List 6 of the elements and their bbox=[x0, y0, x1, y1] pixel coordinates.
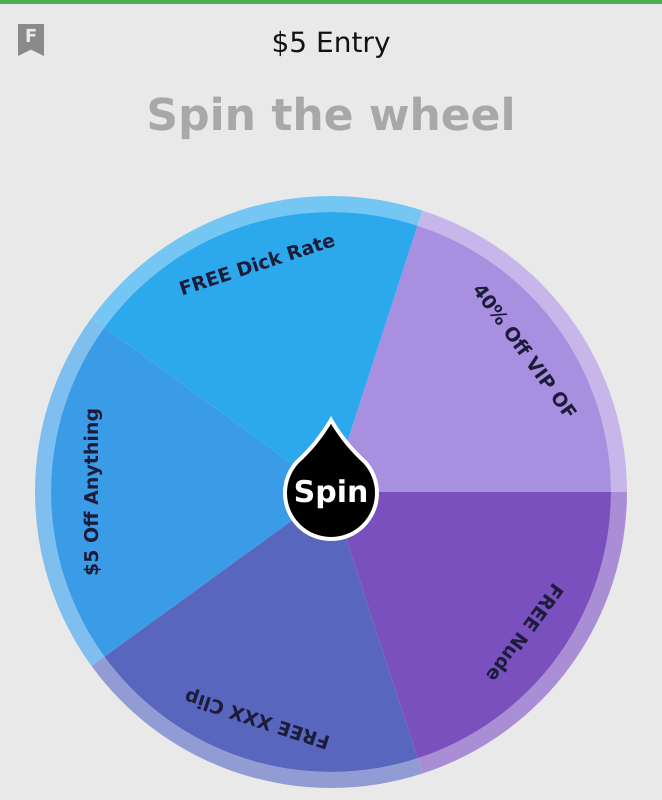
segment-label: FREE XXX Clip bbox=[182, 685, 333, 753]
spin-button[interactable]: Spin bbox=[283, 418, 379, 541]
segment-label: $5 Off Anything bbox=[81, 408, 104, 576]
heading: Spin the wheel bbox=[145, 89, 517, 143]
segment-label: FREE Dick Rate bbox=[176, 229, 338, 300]
page-title: $5 Entry bbox=[271, 26, 391, 58]
